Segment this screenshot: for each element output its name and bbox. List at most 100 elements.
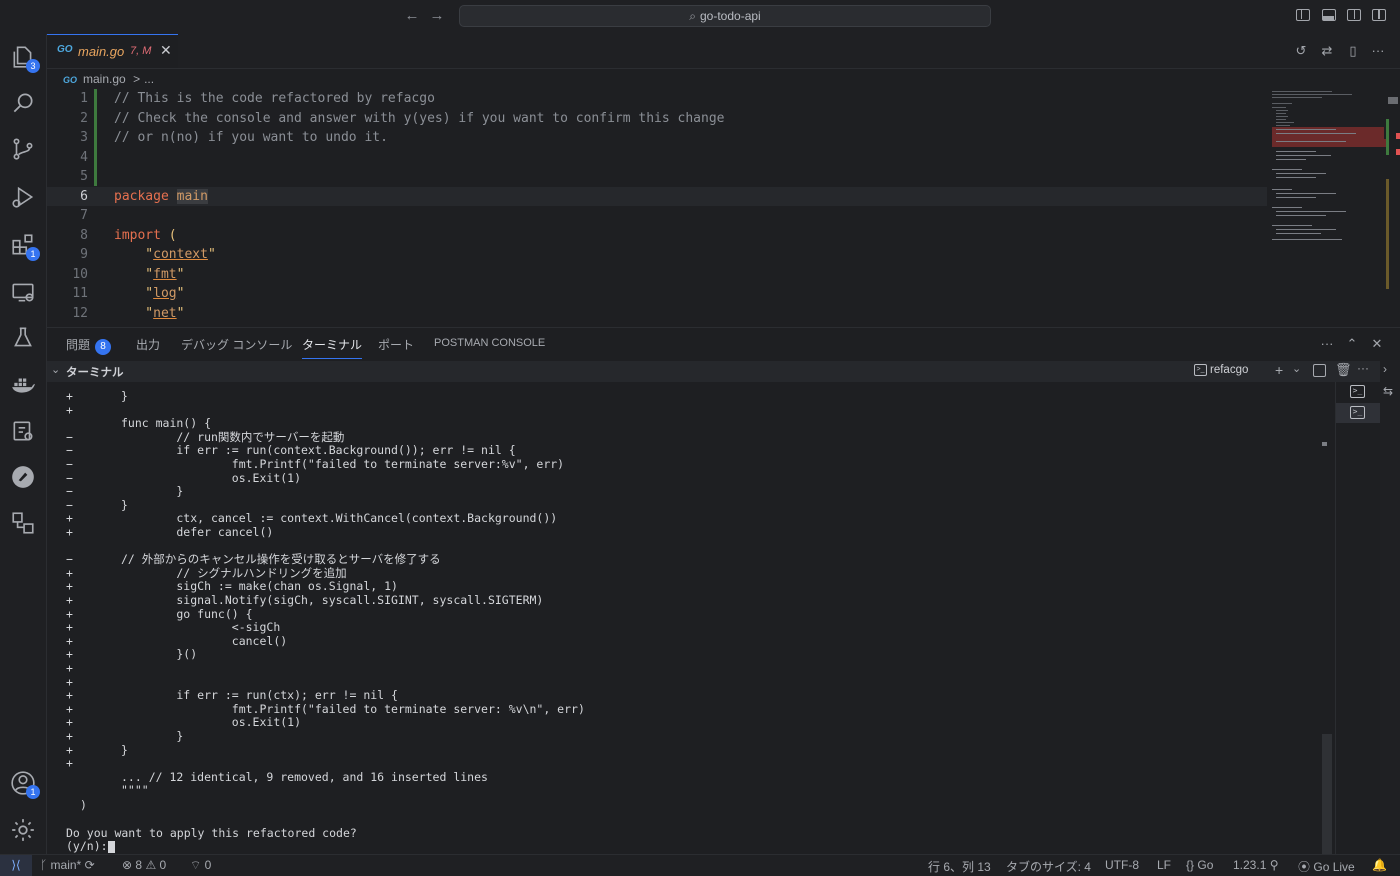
toggle-secondary-sidebar-icon[interactable] [1347, 9, 1361, 21]
problems-indicator[interactable]: ⊗ 8 ⚠ 0 [122, 858, 166, 872]
chevron-down-icon[interactable]: ⌄ [1292, 362, 1301, 375]
remote-explorer-icon[interactable] [8, 277, 38, 307]
terminal-line: + os.Exit(1) [47, 716, 1317, 730]
tab-postman-console[interactable]: POSTMAN CONSOLE [434, 337, 545, 359]
diff-text: func main() { [121, 416, 212, 431]
closing-paren: ) [80, 798, 87, 812]
terminal-line: +} [47, 389, 1317, 404]
breadcrumb-symbols[interactable]: ... [144, 72, 154, 86]
minimap[interactable] [1268, 89, 1388, 326]
postman-icon[interactable] [8, 462, 38, 492]
status-bar: ⟩⟨ ᚴ main* ⟳ ⊗ 8 ⚠ 0 ⌔ 0 行 6、列 13 タブのサイズ… [0, 854, 1400, 876]
source-control-icon[interactable] [8, 134, 38, 164]
customize-layout-icon[interactable] [1372, 9, 1386, 21]
code-line: 7 [47, 206, 1267, 226]
chevron-right-icon[interactable]: › [1383, 362, 1387, 376]
remote-indicator-icon[interactable]: ⟩⟨ [0, 855, 32, 876]
gear-icon[interactable] [8, 815, 38, 845]
tab-label: ターミナル [302, 338, 363, 352]
maximize-panel-icon[interactable]: ⌃ [1344, 336, 1360, 352]
terminal-line: − os.Exit(1) [47, 470, 1317, 486]
branch-indicator[interactable]: ᚴ main* ⟳ [40, 858, 95, 872]
back-arrow-icon[interactable]: ← [403, 7, 421, 25]
diff-text: signal.Notify(sigCh, syscall.SIGINT, sys… [121, 593, 544, 607]
tab-main-go[interactable]: GO main.go 7, M ✕ [47, 34, 178, 68]
package-name: main [176, 188, 208, 204]
copilot-icon[interactable]: ⇆ [1383, 384, 1393, 398]
broadcast-icon: ⦿ [1298, 860, 1311, 874]
close-panel-icon[interactable]: ✕ [1369, 336, 1385, 352]
more-actions-icon[interactable]: ··· [1370, 43, 1386, 59]
explorer-icon[interactable]: 3 [8, 42, 40, 73]
timeline-icon[interactable]: ↺ [1293, 43, 1309, 59]
diff-text: if err := run(context.Background()); err… [121, 443, 516, 458]
accounts-icon[interactable]: 1 [8, 768, 40, 799]
go-version[interactable]: 1.23.1 ⚲ [1233, 858, 1279, 872]
diff-text: } [121, 729, 184, 743]
breadcrumb-file[interactable]: main.go [83, 72, 126, 86]
chevron-down-icon[interactable]: ⌄ [51, 363, 60, 376]
diff-marker: + [66, 565, 73, 580]
terminal-section-header[interactable]: ⌄ ターミナル >_ refacgo + ⌄ 🗑 ··· [47, 361, 1400, 382]
ports-indicator[interactable]: ⌔ 0 [190, 858, 211, 873]
terminal-line: − fmt.Printf("failed to terminate server… [47, 457, 1317, 472]
run-debug-icon[interactable] [8, 182, 38, 212]
cursor-position[interactable]: 行 6、列 13 [928, 858, 991, 875]
new-terminal-icon[interactable]: + [1275, 362, 1283, 378]
diff-marker: + [66, 511, 73, 526]
scrollbar-thumb[interactable] [1322, 734, 1332, 855]
diff-text: <-sigCh [121, 620, 281, 635]
diff-marker: − [66, 470, 73, 485]
tab-ports[interactable]: ポート [378, 336, 414, 358]
secondary-side-strip: › ⇆ [1380, 360, 1400, 854]
terminal-list-item[interactable]: >_ [1336, 403, 1380, 423]
workspace-name: go-todo-api [700, 9, 761, 23]
prompt-input[interactable]: (y/n): [66, 839, 115, 854]
terminal-line: + [47, 403, 1317, 418]
bottom-panel: 問題 8 出力 デバッグ コンソール ターミナル ポート POSTMAN CONS… [47, 327, 1400, 855]
panel-more-icon[interactable]: ··· [1319, 336, 1335, 352]
tab-debug-console[interactable]: デバッグ コンソール [181, 336, 292, 358]
go-live-button[interactable]: ⦿ Go Live [1298, 858, 1355, 875]
diff-marker: + [66, 579, 73, 594]
compare-changes-icon[interactable]: ⇄ [1319, 43, 1335, 59]
end-of-line[interactable]: LF [1157, 858, 1171, 872]
kubernetes-icon[interactable] [8, 416, 38, 446]
tab-output[interactable]: 出力 [136, 336, 160, 358]
tab-terminal[interactable]: ターミナル [302, 336, 363, 359]
toggle-panel-icon[interactable] [1322, 9, 1336, 21]
bell-icon[interactable]: 🔔 [1372, 858, 1387, 872]
scrollbar-thumb[interactable] [1322, 442, 1327, 446]
terminal-output[interactable]: +} + func main() {− // run関数内でサーバーを起動 − if … [47, 382, 1334, 855]
tab-label: 出力 [136, 338, 161, 352]
extensions-icon[interactable]: 1 [8, 230, 40, 261]
terminal-line: − if err := run(context.Background()); e… [47, 444, 1317, 458]
command-center-search[interactable]: ⌕ go-todo-api [459, 5, 991, 27]
terminal-name[interactable]: refacgo [1210, 364, 1248, 376]
terminal-line: + fmt.Printf("failed to terminate server… [47, 702, 1317, 717]
docker-icon[interactable] [8, 370, 38, 400]
tab-filename: main.go [78, 44, 125, 59]
database-icon[interactable] [8, 508, 38, 538]
code-line: 2 // Check the console and answer with y(… [47, 109, 1267, 129]
diff-text: } [121, 484, 184, 499]
search-icon[interactable] [8, 88, 38, 118]
terminal-more-icon[interactable]: ··· [1357, 361, 1369, 375]
diff-text: sigCh := make(chan os.Signal, 1) [121, 579, 398, 594]
indentation[interactable]: タブのサイズ: 4 [1006, 858, 1091, 875]
encoding[interactable]: UTF-8 [1105, 858, 1139, 872]
sync-icon[interactable]: ⟳ [85, 858, 95, 872]
close-icon[interactable]: ✕ [160, 42, 172, 59]
code-editor[interactable]: 1 // This is the code refactored by refac… [47, 89, 1400, 326]
language-mode[interactable]: {} Go [1186, 858, 1213, 872]
split-terminal-icon[interactable] [1313, 364, 1326, 377]
testing-icon[interactable] [8, 323, 38, 353]
terminal-list-item[interactable]: >_ [1336, 382, 1380, 402]
terminal-icon: >_ [1194, 364, 1207, 376]
tab-problems[interactable]: 問題 8 [66, 336, 112, 358]
braces-icon: {} [1186, 858, 1195, 872]
trash-icon[interactable]: 🗑 [1335, 362, 1352, 378]
split-editor-icon[interactable]: ▯ [1345, 43, 1361, 59]
toggle-primary-sidebar-icon[interactable] [1296, 9, 1310, 21]
forward-arrow-icon[interactable]: → [428, 7, 446, 25]
